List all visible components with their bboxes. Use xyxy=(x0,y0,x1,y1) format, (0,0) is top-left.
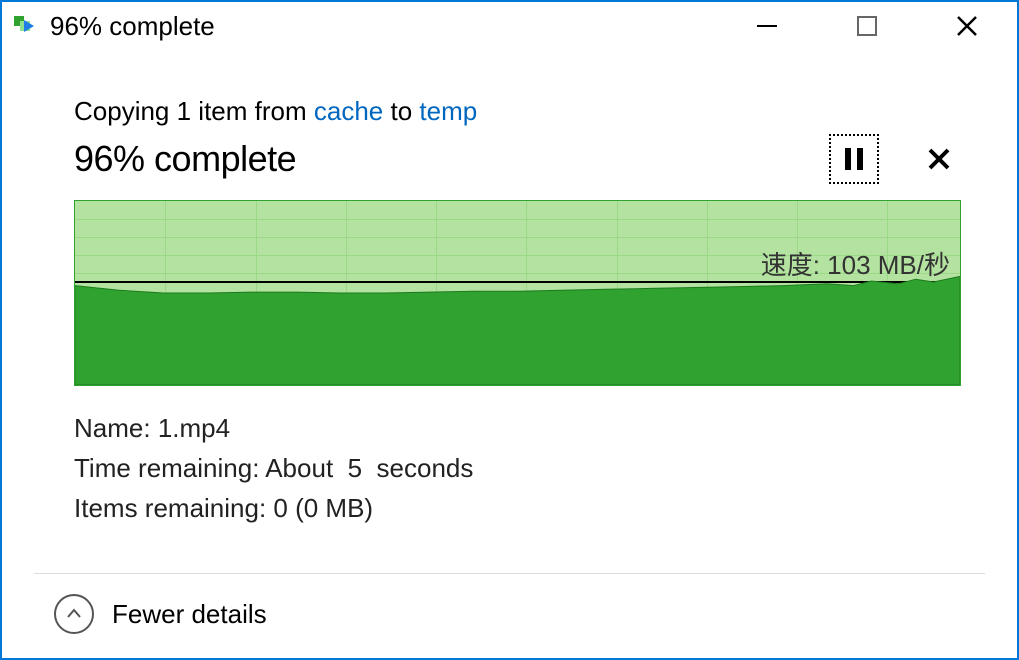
chevron-up-icon xyxy=(65,605,83,623)
detail-name-value: 1.mp4 xyxy=(158,413,230,443)
pause-button[interactable] xyxy=(829,134,879,184)
percent-complete: 96% complete xyxy=(74,138,296,180)
copy-description: Copying 1 item from cache to temp xyxy=(74,94,961,128)
fewer-details-label[interactable]: Fewer details xyxy=(112,599,267,630)
title-bar: 96% complete xyxy=(2,2,1017,54)
detail-items-label: Items remaining: xyxy=(74,493,273,523)
copy-dialog: 96% complete Copying 1 item xyxy=(0,0,1019,660)
close-window-button[interactable] xyxy=(917,2,1017,50)
maximize-button[interactable] xyxy=(817,2,917,50)
dest-link[interactable]: temp xyxy=(419,96,477,126)
content-area: Copying 1 item from cache to temp 96% co… xyxy=(2,54,1017,528)
minimize-button[interactable] xyxy=(717,2,817,50)
speed-graph: 速度: 103 MB/秒 xyxy=(74,200,961,386)
detail-name-label: Name: xyxy=(74,413,158,443)
maximize-icon xyxy=(855,14,879,38)
source-link[interactable]: cache xyxy=(314,96,383,126)
detail-items-value: 0 (0 MB) xyxy=(273,493,373,523)
footer-divider xyxy=(34,573,985,574)
copy-prefix: Copying 1 item from xyxy=(74,96,314,126)
pause-icon xyxy=(857,148,863,170)
detail-time-remaining: Time remaining: About 5 seconds xyxy=(74,448,961,488)
detail-time-label: Time remaining: xyxy=(74,453,265,483)
progress-row: 96% complete xyxy=(74,134,961,184)
copy-progress-icon xyxy=(14,14,38,38)
detail-time-value: About 5 seconds xyxy=(265,453,473,483)
cancel-button[interactable] xyxy=(923,143,955,175)
copy-mid: to xyxy=(383,96,419,126)
close-icon xyxy=(953,12,981,40)
speed-area-fill xyxy=(75,201,960,385)
detail-items-remaining: Items remaining: 0 (0 MB) xyxy=(74,488,961,528)
detail-name: Name: 1.mp4 xyxy=(74,408,961,448)
details-block: Name: 1.mp4 Time remaining: About 5 seco… xyxy=(74,408,961,528)
pause-icon xyxy=(845,148,851,170)
window-title: 96% complete xyxy=(50,10,215,42)
cancel-icon xyxy=(927,147,951,171)
fewer-details-button[interactable] xyxy=(54,594,94,634)
minimize-icon xyxy=(753,12,781,40)
window-controls xyxy=(717,2,1017,50)
footer: Fewer details xyxy=(54,594,267,634)
